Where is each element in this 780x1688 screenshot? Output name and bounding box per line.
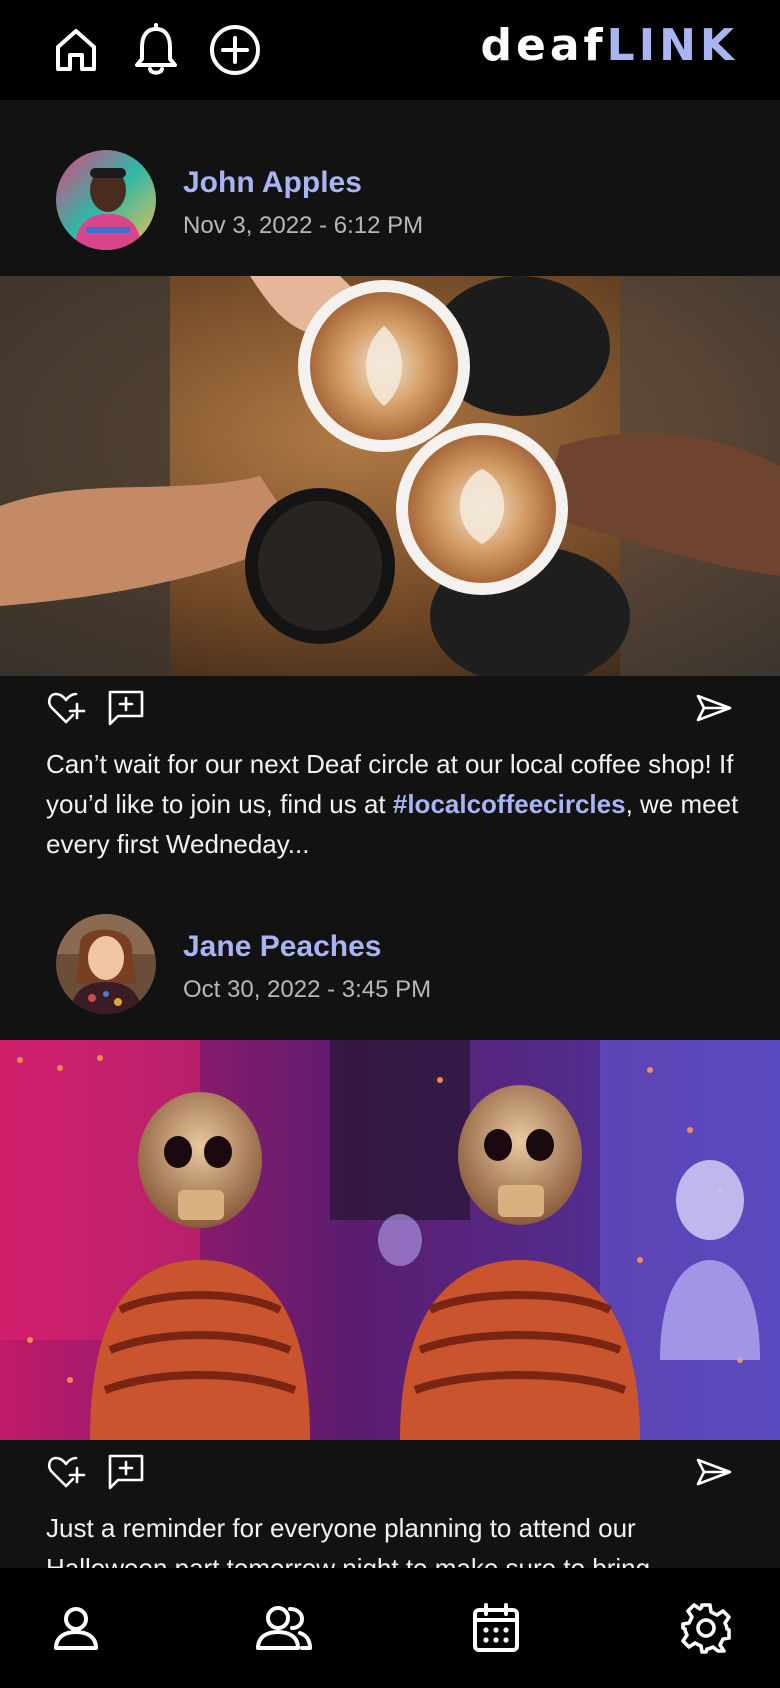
heart-plus-icon[interactable] [46,688,86,728]
send-icon[interactable] [694,1452,734,1492]
comment-plus-icon[interactable] [106,688,146,728]
notifications-button[interactable] [128,22,184,78]
post-actions [0,688,780,738]
brand-logo: deafLINK [481,20,739,71]
post-image[interactable] [0,1040,780,1440]
author-avatar[interactable] [56,914,156,1014]
send-icon[interactable] [694,688,734,728]
friends-button[interactable] [254,1598,314,1658]
comment-plus-icon[interactable] [106,1452,146,1492]
brand-logo-part2: LINK [606,20,738,71]
calendar-icon [473,1603,519,1652]
profile-button[interactable] [46,1598,106,1658]
plus-circle-icon [210,25,260,75]
bottom-navigation-bar [0,1568,780,1688]
post-timestamp: Nov 3, 2022 - 6:12 PM [183,212,424,239]
friends-icon [256,1606,312,1650]
post-header: Jane Peaches Oct 30, 2022 - 3:45 PM [0,914,780,1034]
post-feed[interactable]: John Apples Nov 3, 2022 - 6:12 PM Can’t … [0,100,780,1568]
post-timestamp: Oct 30, 2022 - 3:45 PM [183,976,432,1003]
post-caption: Can’t wait for our next Deaf circle at o… [46,744,746,864]
hashtag-link[interactable]: #localcoffeecircles [393,789,626,819]
profile-icon [54,1607,98,1650]
post-actions [0,1452,780,1502]
brand-logo-part1: deaf [480,20,607,71]
post-image[interactable] [0,276,780,676]
settings-gear-icon [681,1603,731,1654]
author-avatar[interactable] [56,150,156,250]
home-button[interactable] [48,22,104,78]
calendar-button[interactable] [466,1598,526,1658]
author-name[interactable]: John Apples [183,166,362,200]
top-navigation-bar: deafLINK [0,0,780,100]
bell-icon [135,23,177,75]
create-post-button[interactable] [207,22,263,78]
settings-button[interactable] [676,1598,736,1658]
author-name[interactable]: Jane Peaches [183,930,381,964]
home-icon [56,29,96,71]
caption-text: Just a reminder for everyone planning to… [46,1513,651,1568]
post-caption: Just a reminder for everyone planning to… [46,1508,746,1568]
heart-plus-icon[interactable] [46,1452,86,1492]
post-header: John Apples Nov 3, 2022 - 6:12 PM [0,150,780,270]
